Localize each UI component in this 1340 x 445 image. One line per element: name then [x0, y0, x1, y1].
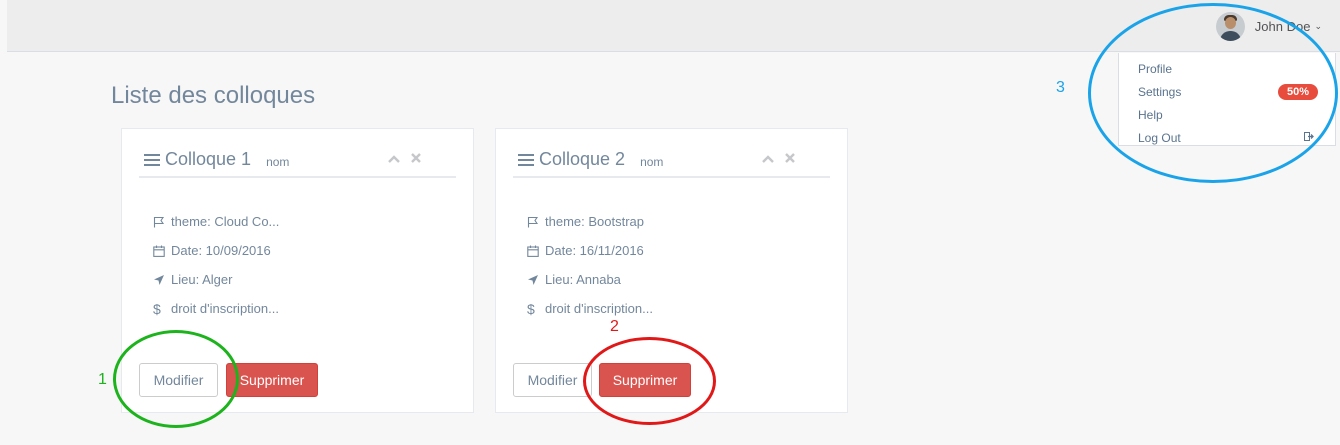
droit-text: droit d'inscription... — [545, 301, 653, 316]
date-text: Date: 16/11/2016 — [545, 243, 644, 258]
annotation-number-3: 3 — [1056, 79, 1065, 96]
user-avatar — [1215, 11, 1245, 41]
location-arrow-icon — [153, 274, 171, 286]
panel-header: Colloque 2 nom — [513, 143, 830, 178]
menu-item-profile[interactable]: Profile — [1119, 57, 1335, 80]
user-dropdown-menu: Profile Settings 50% Help Log Out — [1118, 53, 1336, 146]
collapse-icon[interactable] — [762, 151, 774, 166]
flag-icon — [153, 216, 171, 228]
panel-subtitle: nom — [266, 154, 290, 169]
annotation-number-2: 2 — [610, 318, 619, 335]
dollar-icon: $ — [527, 300, 535, 317]
date-row: Date: 16/11/2016 — [527, 236, 653, 265]
theme-row: theme: Bootstrap — [527, 207, 653, 236]
chevron-down-icon: ⌄ — [1314, 20, 1322, 31]
annotation-number-1: 1 — [98, 371, 107, 388]
colloque-panel: Colloque 1 nom theme: Cloud Co... Date: … — [121, 128, 474, 413]
theme-text: theme: Bootstrap — [545, 214, 644, 229]
menu-item-settings[interactable]: Settings 50% — [1119, 80, 1335, 103]
supprimer-button[interactable]: Supprimer — [599, 363, 691, 397]
lieu-text: Lieu: Alger — [171, 272, 233, 287]
date-row: Date: 10/09/2016 — [153, 236, 279, 265]
menu-item-label: Profile — [1138, 61, 1173, 76]
collapse-icon[interactable] — [388, 151, 400, 166]
sign-out-icon — [1304, 131, 1314, 144]
menu-item-label: Settings — [1138, 84, 1182, 99]
theme-text: theme: Cloud Co... — [171, 214, 280, 229]
modifier-button[interactable]: Modifier — [139, 363, 218, 397]
modifier-button[interactable]: Modifier — [513, 363, 592, 397]
lieu-row: Lieu: Annaba — [527, 265, 653, 294]
page-title: Liste des colloques — [111, 82, 316, 109]
menu-item-label: Help — [1138, 107, 1163, 122]
supprimer-button[interactable]: Supprimer — [226, 363, 318, 397]
colloque-details: theme: Bootstrap Date: 16/11/2016 Lieu: … — [527, 207, 653, 323]
close-icon[interactable] — [411, 151, 421, 166]
calendar-icon — [527, 245, 545, 257]
panel-title: Colloque 1 — [165, 149, 252, 169]
location-arrow-icon — [527, 274, 545, 286]
date-text: Date: 10/09/2016 — [171, 243, 271, 258]
flag-icon — [527, 216, 545, 228]
dollar-icon: $ — [153, 300, 161, 317]
panel-title: Colloque 2 — [539, 149, 626, 169]
lieu-row: Lieu: Alger — [153, 265, 279, 294]
top-navbar: John Doe ⌄ — [7, 0, 1340, 52]
lieu-text: Lieu: Annaba — [545, 272, 621, 287]
colloque-details: theme: Cloud Co... Date: 10/09/2016 Lieu… — [153, 207, 279, 323]
colloque-panel: Colloque 2 nom theme: Bootstrap Date: 16… — [495, 128, 848, 413]
panel-header: Colloque 1 nom — [139, 143, 456, 178]
droit-row: $ droit d'inscription... — [153, 294, 279, 323]
user-name: John Doe — [1254, 18, 1311, 34]
panel-subtitle: nom — [640, 154, 664, 169]
bars-icon — [518, 153, 534, 166]
close-icon[interactable] — [785, 151, 795, 166]
droit-text: droit d'inscription... — [171, 301, 279, 316]
droit-row: $ droit d'inscription... — [527, 294, 653, 323]
settings-badge: 50% — [1277, 83, 1318, 100]
menu-item-help[interactable]: Help — [1119, 103, 1335, 126]
theme-row: theme: Cloud Co... — [153, 207, 279, 236]
menu-item-label: Log Out — [1138, 130, 1181, 145]
bars-icon — [144, 153, 160, 166]
menu-item-logout[interactable]: Log Out — [1119, 126, 1335, 149]
user-menu-toggle[interactable]: John Doe ⌄ — [1215, 10, 1322, 42]
calendar-icon — [153, 245, 171, 257]
